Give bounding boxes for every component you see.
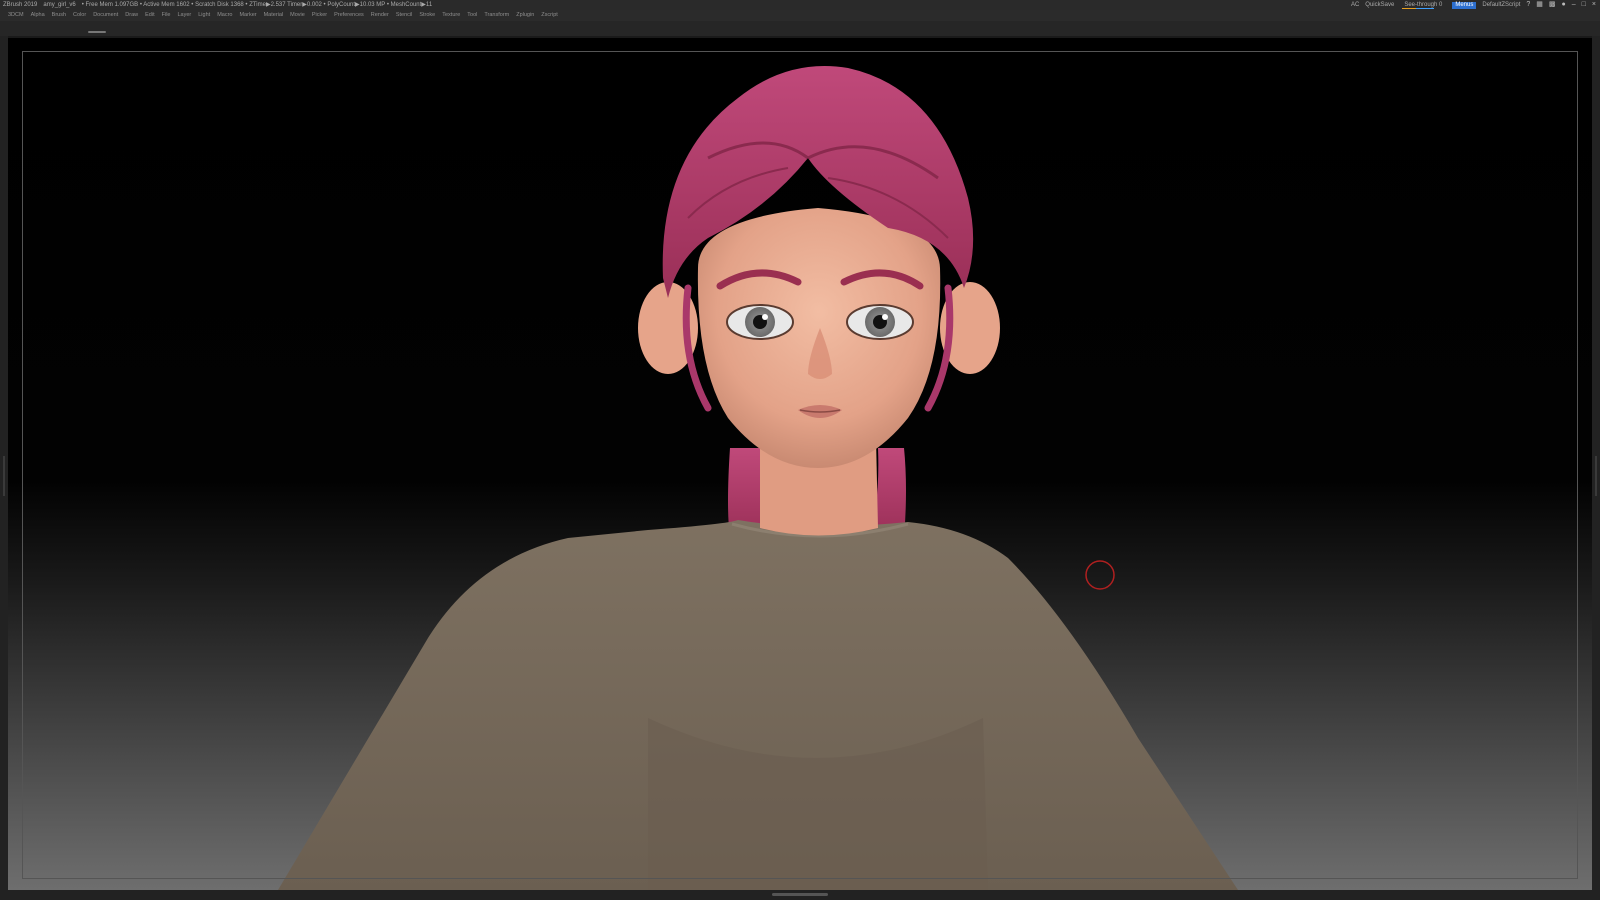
script-name[interactable]: DefaultZScript xyxy=(1482,0,1520,10)
viewport-canvas[interactable] xyxy=(8,38,1592,890)
right-tray xyxy=(1592,36,1600,890)
document-name: amy_girl_v6 xyxy=(43,2,76,8)
help-icon[interactable]: ? xyxy=(1526,0,1530,10)
bottom-tray-grip[interactable] xyxy=(772,893,828,896)
title-bar: ZBrush 2019 amy_girl_v6 • Free Mem 1.097… xyxy=(0,0,1600,10)
menu-item[interactable]: File xyxy=(162,10,171,21)
see-through-slider[interactable]: See-through 0 xyxy=(1400,0,1446,10)
see-through-fill xyxy=(1402,8,1417,9)
menu-item[interactable]: Draw xyxy=(125,10,138,21)
left-tray-grip[interactable] xyxy=(3,456,5,496)
layout-icon[interactable]: ▦ xyxy=(1536,0,1543,10)
menu-bar: 3DCM Alpha Brush Color Document Draw Edi… xyxy=(0,10,1600,21)
menu-item[interactable]: Picker xyxy=(312,10,327,21)
close-icon[interactable]: × xyxy=(1592,0,1596,10)
highlight-right xyxy=(882,314,888,320)
top-shelf xyxy=(0,21,1600,36)
menu-item[interactable]: Color xyxy=(73,10,86,21)
memory-stats: • Free Mem 1.097GB • Active Mem 1602 • S… xyxy=(81,2,433,8)
see-through-track xyxy=(1416,8,1435,9)
menu-item[interactable]: Alpha xyxy=(31,10,45,21)
palette-icon[interactable]: ▩ xyxy=(1549,0,1556,10)
bottom-tray xyxy=(0,890,1600,900)
menu-item[interactable]: Zscript xyxy=(541,10,558,21)
right-tray-grip[interactable] xyxy=(1595,456,1597,496)
menu-item[interactable]: 3DCM xyxy=(8,10,24,21)
quicksave-button[interactable]: QuickSave xyxy=(1365,0,1394,10)
menu-item[interactable]: Tool xyxy=(467,10,477,21)
app-title: ZBrush 2019 xyxy=(3,2,38,8)
menu-item[interactable]: Layer xyxy=(177,10,191,21)
menu-item[interactable]: Material xyxy=(264,10,284,21)
highlight-left xyxy=(762,314,768,320)
sculpt-model xyxy=(278,66,1238,890)
left-tray xyxy=(0,36,8,890)
lock-icon[interactable]: ● xyxy=(1562,0,1566,10)
menu-item[interactable]: Texture xyxy=(442,10,460,21)
menu-item[interactable]: Movie xyxy=(290,10,305,21)
menu-item[interactable]: Light xyxy=(198,10,210,21)
menu-item[interactable]: Transform xyxy=(484,10,509,21)
restore-icon[interactable]: □ xyxy=(1582,0,1586,10)
menu-item[interactable]: Edit xyxy=(145,10,154,21)
menu-item[interactable]: Zplugin xyxy=(516,10,534,21)
menu-item[interactable]: Marker xyxy=(239,10,256,21)
brush-cursor xyxy=(1085,560,1115,590)
menu-item[interactable]: Stencil xyxy=(396,10,413,21)
menu-item[interactable]: Stroke xyxy=(419,10,435,21)
menus-toggle-button[interactable]: Menus xyxy=(1452,2,1477,9)
menu-item[interactable]: Macro xyxy=(217,10,232,21)
shelf-drag-handle[interactable] xyxy=(88,31,106,33)
menu-item[interactable]: Preferences xyxy=(334,10,364,21)
ac-button[interactable]: AC xyxy=(1351,0,1359,10)
minimize-icon[interactable]: – xyxy=(1572,0,1576,10)
menu-item[interactable]: Document xyxy=(93,10,118,21)
menu-item[interactable]: Render xyxy=(371,10,389,21)
menu-item[interactable]: Brush xyxy=(52,10,66,21)
